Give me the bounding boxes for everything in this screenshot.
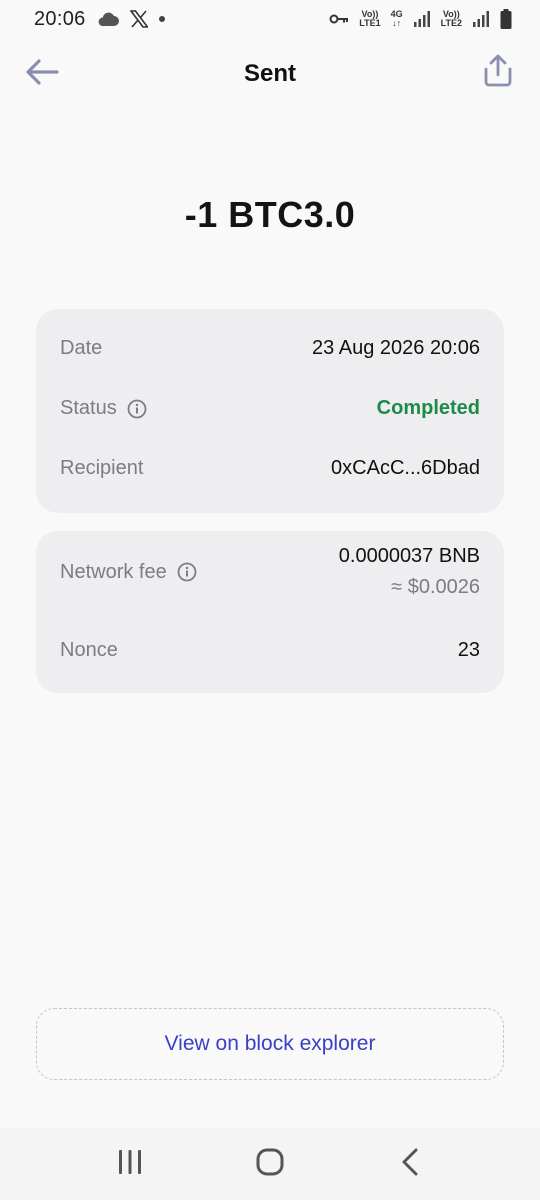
page-title: Sent — [243, 60, 296, 87]
status-time: 20:06 — [34, 7, 86, 30]
top-bar: Sent — [0, 44, 540, 104]
status-label-wrap: Status — [60, 397, 147, 420]
4g-icon: 4G ↓↑ — [390, 9, 403, 28]
lte1-bottom-text: LTE1 — [359, 18, 381, 28]
x-logo-icon — [129, 10, 148, 28]
network-fee-values: 0.0000037 BNB ≈ $0.0026 — [339, 545, 480, 599]
recent-apps-icon — [117, 1149, 143, 1180]
view-on-block-explorer-button[interactable]: View on block explorer — [36, 1008, 504, 1080]
volte-lte2-icon: Vo)) LTE2 — [441, 10, 462, 28]
transaction-amount: -1 BTC3.0 — [184, 194, 356, 235]
recipient-row: Recipient 0xCAcC...6Dbad — [60, 457, 480, 480]
network-fee-label-wrap: Network fee — [60, 561, 197, 584]
share-icon — [483, 53, 513, 92]
network-fee-label: Network fee — [60, 560, 167, 583]
recent-apps-button[interactable] — [100, 1134, 160, 1194]
recipient-label: Recipient — [60, 457, 144, 479]
home-icon — [255, 1147, 285, 1182]
recipient-value[interactable]: 0xCAcC...6Dbad — [331, 457, 480, 480]
transaction-details-card: Date 23 Aug 2026 20:06 Status Completed … — [36, 309, 504, 513]
key-icon — [329, 13, 349, 25]
home-button[interactable] — [240, 1134, 300, 1194]
status-label: Status — [60, 397, 117, 419]
status-row: Status Completed — [60, 397, 480, 420]
volte-lte1-icon: Vo)) LTE1 — [359, 10, 380, 28]
network-fee-usd: ≈ $0.0026 — [391, 576, 480, 598]
fee-card: Network fee 0.0000037 BNB ≈ $0.0026 Nonc… — [36, 531, 504, 693]
status-bar-right: Vo)) LTE1 4G ↓↑ Vo)) LTE2 — [329, 9, 512, 29]
chevron-left-icon — [400, 1148, 420, 1181]
signal-icon — [413, 11, 431, 27]
nonce-row: Nonce 23 — [60, 639, 480, 662]
network-fee-row: Network fee 0.0000037 BNB ≈ $0.0026 — [60, 545, 480, 599]
status-value: Completed — [376, 397, 480, 419]
info-icon[interactable] — [127, 399, 147, 419]
nonce-label: Nonce — [60, 639, 118, 661]
dot-icon — [158, 15, 166, 23]
date-label: Date — [60, 337, 103, 359]
back-nav-button[interactable] — [380, 1134, 440, 1194]
status-bar: 20:06 Vo)) LTE1 4G ↓↑ Vo)) LTE2 — [0, 0, 540, 38]
back-button[interactable] — [24, 56, 60, 92]
network-fee-value: 0.0000037 BNB — [338, 545, 480, 567]
battery-icon — [500, 9, 512, 29]
lte2-bottom-text: LTE2 — [440, 18, 462, 28]
arrow-left-icon — [25, 58, 59, 91]
cloud-icon — [96, 11, 120, 27]
system-nav-bar — [0, 1128, 540, 1200]
date-value: 23 Aug 2026 20:06 — [312, 337, 480, 359]
date-row: Date 23 Aug 2026 20:06 — [60, 337, 480, 360]
share-button[interactable] — [480, 54, 516, 90]
status-bar-left: 20:06 — [34, 8, 166, 31]
net-type-text: 4G — [390, 9, 403, 19]
info-icon[interactable] — [177, 562, 197, 582]
signal-icon-2 — [472, 11, 490, 27]
nonce-value: 23 — [457, 639, 480, 661]
